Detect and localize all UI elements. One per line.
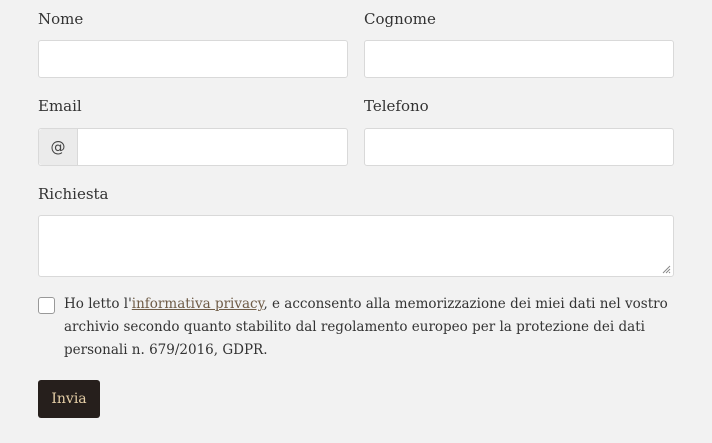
first-name-field[interactable]: [38, 40, 348, 78]
email-field[interactable]: @: [38, 128, 348, 166]
request-field[interactable]: [38, 215, 674, 277]
submit-button[interactable]: Invia: [38, 380, 100, 418]
request-label: Richiesta: [38, 185, 109, 203]
email-label: Email: [38, 97, 82, 115]
privacy-policy-link[interactable]: informativa privacy: [132, 296, 264, 312]
consent-text-before: Ho letto l': [64, 296, 132, 312]
last-name-input[interactable]: [365, 41, 673, 77]
last-name-label: Cognome: [364, 10, 436, 28]
at-sign-addon: @: [39, 129, 78, 165]
first-name-input[interactable]: [39, 41, 347, 77]
privacy-consent-checkbox[interactable]: [38, 297, 55, 314]
first-name-label: Nome: [38, 10, 84, 28]
phone-label: Telefono: [364, 97, 429, 115]
privacy-consent-text: Ho letto l'informativa privacy, e accons…: [64, 293, 684, 362]
email-input[interactable]: [39, 129, 347, 165]
phone-input[interactable]: [365, 129, 673, 165]
phone-field[interactable]: [364, 128, 674, 166]
request-textarea[interactable]: [39, 216, 673, 276]
resize-grip-icon[interactable]: [661, 264, 671, 274]
last-name-field[interactable]: [364, 40, 674, 78]
